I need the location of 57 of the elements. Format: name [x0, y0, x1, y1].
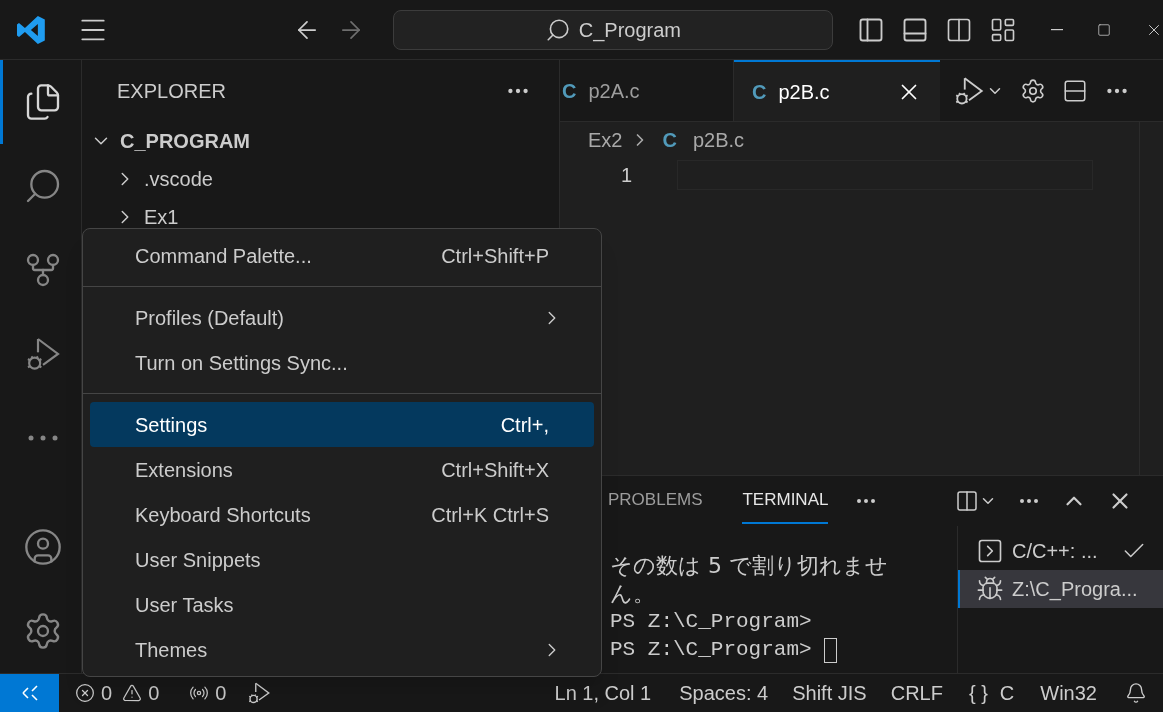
error-icon: [75, 683, 95, 703]
terminal-line: PS Z:\C_Program>: [610, 609, 812, 635]
shortcut-label: Ctrl+Shift+X: [441, 457, 549, 483]
menu-item[interactable]: User Tasks: [90, 582, 594, 627]
indentation-status[interactable]: Spaces: 4: [679, 678, 769, 708]
minimize-icon: [1051, 28, 1063, 31]
split-terminal-icon[interactable]: [955, 489, 979, 513]
minimize-button[interactable]: [1051, 28, 1063, 31]
menu-item[interactable]: Extensions Ctrl+Shift+X: [90, 447, 594, 492]
shortcut-label: Ctrl+Shift+P: [441, 243, 549, 269]
sidebar-title: EXPLORER: [117, 79, 226, 104]
terminal-line: ん。: [610, 580, 655, 608]
tree-item[interactable]: .vscode: [82, 160, 559, 198]
terminal-line: その数は 5 で割り切れませ: [610, 552, 888, 580]
menu-item[interactable]: Keyboard Shortcuts Ctrl+K Ctrl+S: [90, 492, 594, 537]
c-file-icon: C: [752, 76, 767, 107]
editor-tab[interactable]: C p2B.c: [734, 60, 940, 121]
command-center-search[interactable]: C_Program: [392, 9, 833, 50]
panel-tab[interactable]: PROBLEMS: [608, 478, 703, 524]
notifications-icon[interactable]: [1125, 682, 1147, 704]
terminal-line: PS Z:\C_Program>: [610, 637, 812, 663]
bug-icon: [976, 575, 1004, 603]
folder-root[interactable]: C_PROGRAM: [82, 122, 559, 160]
encoding-status[interactable]: Shift JIS: [792, 678, 867, 708]
cursor-position[interactable]: Ln 1, Col 1: [554, 678, 652, 708]
app-logo: [15, 13, 47, 46]
c-file-icon: C: [562, 75, 577, 106]
tree-item[interactable]: Ex1: [82, 198, 559, 236]
menu-item[interactable]: Turn on Settings Sync...: [90, 340, 594, 385]
menu-item[interactable]: Profiles (Default): [90, 295, 594, 340]
panel-tab[interactable]: TERMINAL: [742, 478, 829, 524]
menu-item[interactable]: User Snippets: [90, 537, 594, 582]
shortcut-label: Ctrl+K Ctrl+S: [431, 502, 549, 528]
breadcrumb-item[interactable]: Ex2: [588, 125, 623, 155]
line-number: 1: [619, 163, 632, 188]
maximize-button[interactable]: [1097, 22, 1111, 37]
language-status[interactable]: { } C: [968, 678, 1015, 708]
terminal-cursor: [823, 637, 837, 663]
menu-item[interactable]: Command Palette... Ctrl+Shift+P: [90, 233, 594, 278]
platform-status[interactable]: Win32: [1040, 678, 1097, 708]
more-icon: [27, 435, 58, 441]
shortcut-label: Ctrl+,: [500, 412, 549, 438]
line-ending-status[interactable]: CRLF: [890, 678, 943, 708]
c-file-icon: C: [662, 125, 677, 155]
menu-item[interactable]: Settings Ctrl+,: [90, 402, 594, 447]
terminal-list-item[interactable]: C/C++: ...: [958, 532, 1163, 570]
account-icon: [22, 527, 63, 567]
warning-icon: [122, 683, 143, 703]
terminal-icon: [976, 537, 1004, 565]
split-editor-icon[interactable]: [1062, 77, 1088, 104]
problems-status[interactable]: 0 0: [75, 678, 160, 708]
breadcrumb-item[interactable]: p2B.c: [692, 125, 745, 155]
terminal-list-item[interactable]: Z:\C_Progra...: [958, 570, 1163, 608]
ports-status[interactable]: 0: [189, 678, 227, 708]
menu-item[interactable]: Themes: [90, 627, 594, 672]
settings-icon[interactable]: [1020, 77, 1046, 104]
maximize-icon: [1097, 22, 1111, 37]
